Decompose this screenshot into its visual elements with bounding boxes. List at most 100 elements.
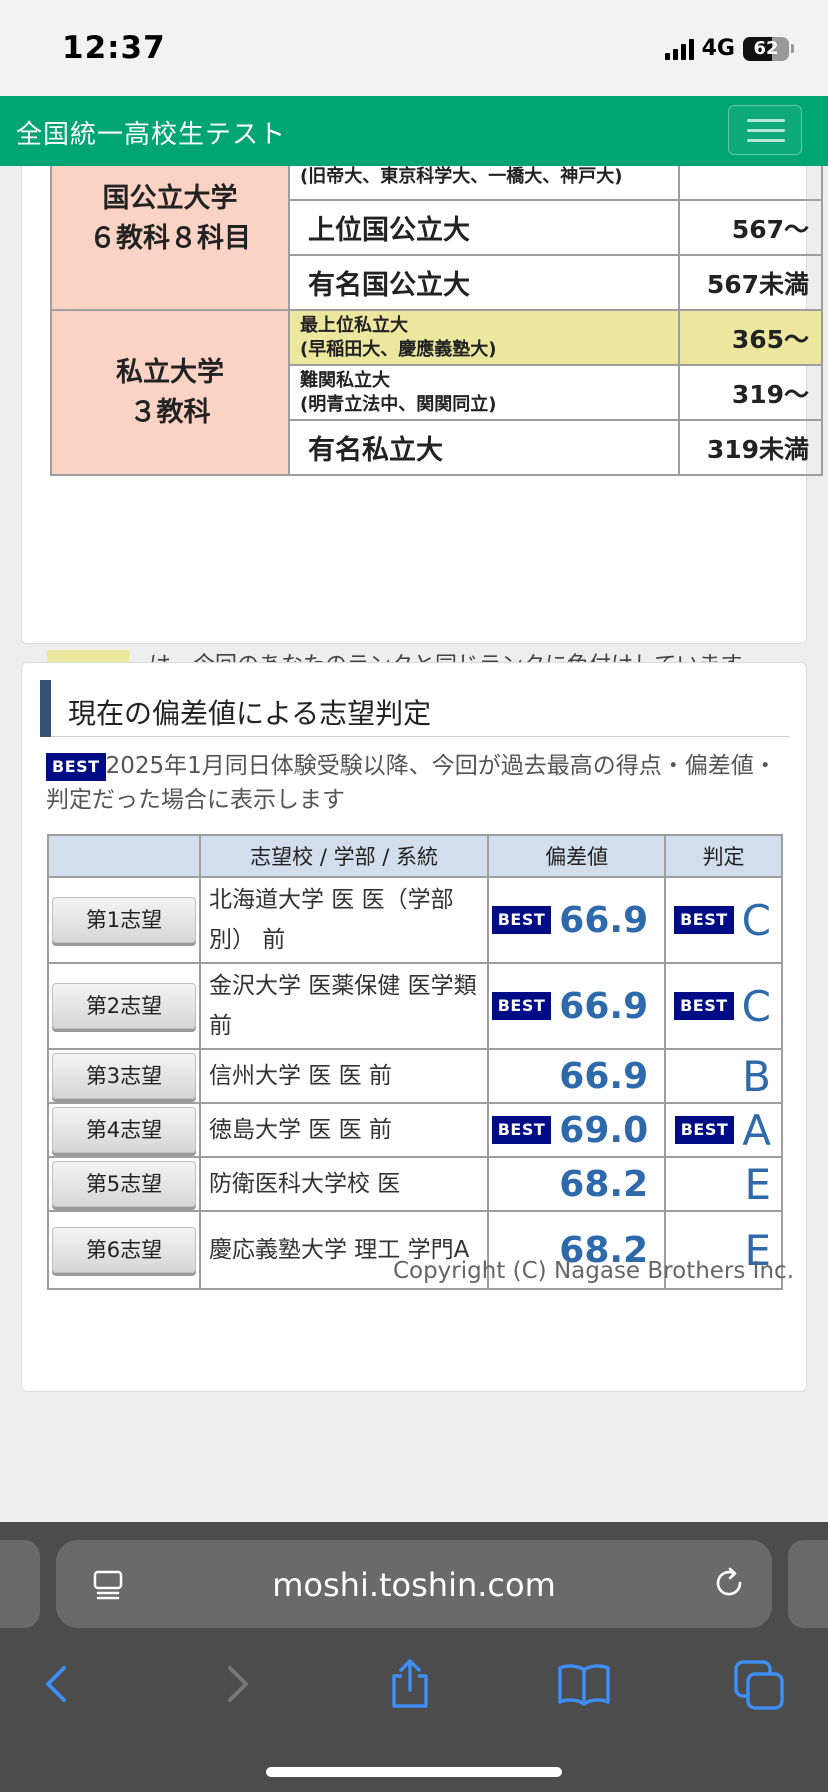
rank-score: 319〜 (678, 364, 823, 421)
rank-score: --- (678, 166, 823, 201)
forward-icon[interactable] (206, 1654, 266, 1714)
rank-score: 365〜 (678, 309, 823, 366)
best-badge: BEST (674, 992, 734, 1020)
wish-rank-button[interactable]: 第5志望 (52, 1161, 196, 1207)
wish-button-cell: 第2志望 (47, 962, 201, 1050)
wish-button-cell: 第3志望 (47, 1048, 201, 1104)
judgement-value: A (742, 1105, 771, 1155)
judgement-cell: BEST C (664, 962, 783, 1050)
best-badge: BEST (491, 992, 552, 1020)
rank-row: 私立大学 ３教科 最上位私立大 (早稲田大、慶應義塾大) 365〜 (50, 309, 823, 476)
rank-table: 国公立大学 ６教科８科目 (旧帝大、東京科学大、一橋大、神戸大) --- 上位国… (50, 166, 823, 476)
judgement-cell: E (664, 1156, 783, 1212)
status-indicators: 4G 62 (664, 36, 794, 61)
rank-group-label: 国公立大学 ６教科８科目 (50, 166, 290, 311)
menu-icon-line (747, 119, 785, 122)
school-name: 信州大学 医 医 前 (198, 1048, 490, 1104)
copyright: Copyright (C) Nagase Brothers Inc. (392, 1258, 794, 1284)
rank-group-label: 私立大学 ３教科 (50, 309, 290, 476)
status-bar: 12:37 4G 62 (0, 0, 828, 96)
tabs-icon[interactable] (730, 1654, 790, 1714)
page-content[interactable]: 国公立大学 ６教科８科目 (旧帝大、東京科学大、一橋大、神戸大) --- 上位国… (0, 166, 828, 1522)
rank-card: 国公立大学 ６教科８科目 (旧帝大、東京科学大、一橋大、神戸大) --- 上位国… (21, 166, 823, 682)
battery-percent: 62 (753, 37, 779, 59)
wish-row: 第1志望 北海道大学 医 医（学部別） 前 BEST 66.9 BEST C (47, 876, 783, 964)
judgement-value: C (741, 981, 771, 1031)
wish-rank-button[interactable]: 第6志望 (52, 1227, 196, 1273)
wish-button-cell: 第4志望 (47, 1102, 201, 1158)
judgement-value: C (741, 895, 771, 945)
wish-button-cell: 第5志望 (47, 1156, 201, 1212)
rank-name: 有名国公立大 (288, 254, 680, 311)
wish-rank-button[interactable]: 第1志望 (52, 897, 196, 943)
share-icon[interactable] (380, 1654, 440, 1714)
rank-name: (旧帝大、東京科学大、一橋大、神戸大) (288, 166, 680, 201)
wish-rank-button[interactable]: 第4志望 (52, 1107, 196, 1153)
hamburger-menu-button[interactable] (728, 105, 802, 155)
wish-button-cell: 第1志望 (47, 876, 201, 964)
deviation-cell: BEST 69.0 (487, 1102, 667, 1158)
status-time: 12:37 (62, 30, 166, 66)
reload-icon[interactable] (712, 1566, 746, 1600)
wish-table-header: 志望校 / 学部 / 系統 偏差値 判定 (47, 834, 783, 878)
rank-name: 難関私立大 (明青立法中、関関同立) (288, 364, 680, 421)
next-tab-preview[interactable] (788, 1540, 828, 1628)
wish-rank-button[interactable]: 第3志望 (52, 1053, 196, 1099)
school-name: 徳島大学 医 医 前 (198, 1102, 490, 1158)
network-type: 4G (701, 36, 735, 61)
judgement-value: E (744, 1159, 771, 1209)
column-header-judgement: 判定 (664, 834, 783, 878)
best-note: BEST 2025年1月同日体験受験以降、今回が過去最高の得点・偏差値・判定だった… (46, 749, 796, 817)
bookmarks-icon[interactable] (554, 1654, 614, 1714)
rank-name: 最上位私立大 (早稲田大、慶應義塾大) (288, 309, 680, 366)
wish-row: 第2志望 金沢大学 医薬保健 医学類 前 BEST 66.9 BEST C (47, 962, 783, 1050)
best-badge: BEST (674, 1116, 735, 1144)
wish-rank-button[interactable]: 第2志望 (52, 983, 196, 1029)
wish-button-cell: 第6志望 (47, 1210, 201, 1290)
menu-icon-line (747, 129, 785, 132)
section-title: 現在の偏差値による志望判定 (40, 680, 790, 737)
school-name: 金沢大学 医薬保健 医学類 前 (198, 962, 490, 1050)
judgement-cell: B (664, 1048, 783, 1104)
url-text[interactable]: moshi.toshin.com (56, 1566, 772, 1604)
wish-row: 第3志望 信州大学 医 医 前 66.9 B (47, 1048, 783, 1104)
column-header-deviation: 偏差値 (487, 834, 667, 878)
rank-score: 567未満 (678, 254, 823, 311)
battery-tip (791, 44, 794, 53)
home-indicator (266, 1767, 562, 1777)
address-bar[interactable]: moshi.toshin.com (56, 1540, 772, 1628)
judgement-value: B (742, 1051, 771, 1101)
school-name: 北海道大学 医 医（学部別） 前 (198, 876, 490, 964)
deviation-cell: BEST 66.9 (487, 876, 667, 964)
column-header (47, 834, 201, 878)
deviation-value: 66.9 (559, 985, 649, 1027)
deviation-value: 69.0 (559, 1109, 649, 1151)
previous-tab-preview[interactable] (0, 1540, 40, 1628)
section-title-bar (40, 680, 51, 737)
wish-row: 第4志望 徳島大学 医 医 前 BEST 69.0 BEST A (47, 1102, 783, 1158)
deviation-value: 66.9 (559, 1055, 649, 1097)
deviation-cell: 66.9 (487, 1048, 667, 1104)
school-name: 防衛医科大学校 医 (198, 1156, 490, 1212)
wish-table: 志望校 / 学部 / 系統 偏差値 判定 第1志望 北海道大学 医 医（学部別） … (47, 834, 783, 1290)
judgement-cell: BEST C (664, 876, 783, 964)
section-title-text: 現在の偏差値による志望判定 (68, 697, 432, 730)
rank-score: 567〜 (678, 199, 823, 256)
back-icon[interactable] (28, 1654, 88, 1714)
best-badge: BEST (491, 1116, 552, 1144)
deviation-value: 68.2 (559, 1163, 649, 1205)
signal-icon (664, 38, 694, 60)
rank-name: 上位国公立大 (288, 199, 680, 256)
judgement-cell: BEST A (664, 1102, 783, 1158)
rank-score: 319未満 (678, 419, 823, 476)
best-badge: BEST (491, 906, 552, 934)
wish-row: 第5志望 防衛医科大学校 医 68.2 E (47, 1156, 783, 1212)
best-badge: BEST (46, 752, 106, 781)
rank-name: 有名私立大 (288, 419, 680, 476)
deviation-cell: BEST 66.9 (487, 962, 667, 1050)
best-badge: BEST (674, 906, 734, 934)
deviation-value: 66.9 (559, 899, 649, 941)
best-note-text: 2025年1月同日体験受験以降、今回が過去最高の得点・偏差値・判定だった場合に表… (46, 753, 777, 813)
site-title[interactable]: 全国統一高校生テスト (16, 114, 286, 151)
menu-icon-line (747, 139, 785, 142)
